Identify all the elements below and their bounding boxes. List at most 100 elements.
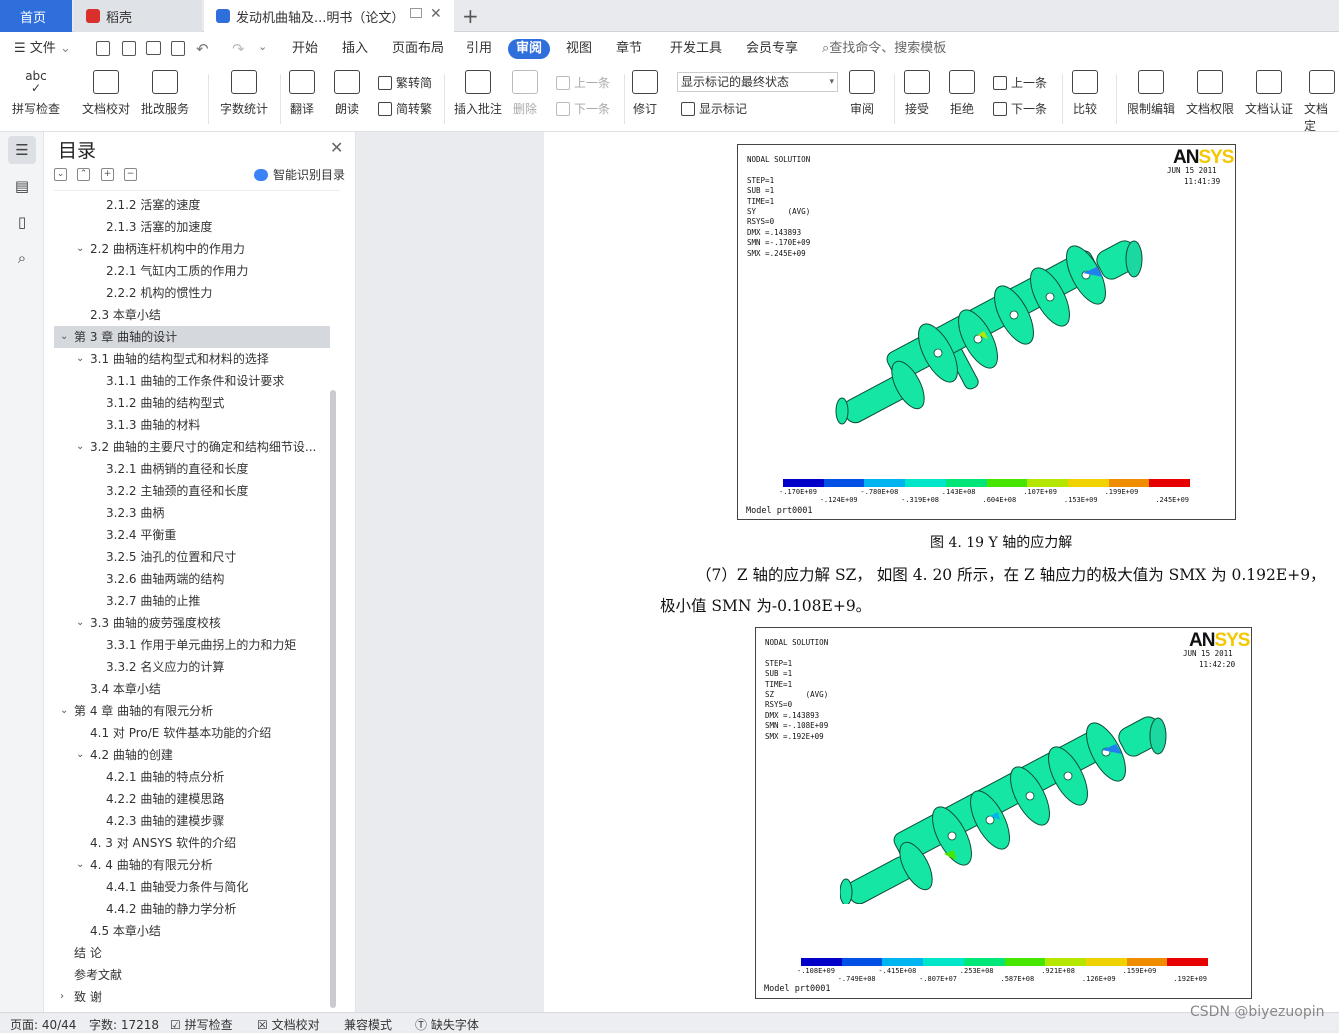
new-tab-button[interactable]: +	[462, 4, 479, 28]
accept-button[interactable]: 接受	[904, 70, 930, 117]
toc-panel-icon[interactable]: ☰	[8, 136, 36, 164]
markup-mode-select[interactable]: 显示标记的最终状态 ▾	[677, 72, 838, 92]
toc-item[interactable]: 4.2.1 曲轴的特点分析	[106, 766, 324, 788]
chevron-down-icon[interactable]: ⌄	[60, 705, 68, 716]
chevron-down-icon[interactable]: ⌄	[76, 749, 84, 760]
toc-item[interactable]: 3.2.5 油孔的位置和尺寸	[106, 546, 324, 568]
undo-icon[interactable]: ↶	[196, 40, 209, 58]
chevron-down-icon[interactable]: ⌄	[76, 617, 84, 628]
window-icon[interactable]	[410, 8, 422, 18]
tab-home[interactable]: 首页	[0, 0, 72, 32]
toc-item[interactable]: 第 3 章 曲轴的设计	[74, 326, 324, 348]
trad-to-simp-button[interactable]: 繁转简	[378, 74, 432, 91]
word-count[interactable]: 字数: 17218	[89, 1016, 159, 1033]
toc-item[interactable]: 2.1.2 活塞的速度	[106, 194, 324, 216]
toc-item[interactable]: 3.2.1 曲柄销的直径和长度	[106, 458, 324, 480]
menu-developer[interactable]: 开发工具	[670, 39, 722, 59]
toc-item[interactable]: 4.1 对 Pro/E 软件基本功能的介绍	[90, 722, 324, 744]
expand-up-icon[interactable]: ⌃	[77, 168, 90, 181]
redo-icon[interactable]: ↷	[232, 40, 245, 58]
menu-chapter[interactable]: 章节	[616, 39, 642, 59]
toc-item[interactable]: 3.4 本章小结	[90, 678, 324, 700]
close-icon[interactable]: ✕	[330, 138, 343, 157]
status-doc-proof[interactable]: ☒ 文档校对	[257, 1016, 320, 1033]
tab-daoke[interactable]: 稻壳	[74, 0, 202, 32]
toc-item[interactable]: 2.1.3 活塞的加速度	[106, 216, 324, 238]
doc-more-button[interactable]: 文档定	[1304, 70, 1339, 134]
compare-button[interactable]: 比较	[1072, 70, 1098, 117]
save-icon[interactable]	[96, 41, 110, 56]
toc-item[interactable]: 4.2.3 曲轴的建模步骤	[106, 810, 324, 832]
revise-button[interactable]: 修订	[632, 70, 658, 117]
chevron-down-icon[interactable]: ⌄	[60, 331, 68, 342]
review-pane-button[interactable]: 审阅	[849, 70, 875, 117]
batch-service-button[interactable]: 批改服务	[141, 70, 189, 117]
word-count-button[interactable]: 字数统计	[220, 70, 268, 117]
toc-item[interactable]: 4.4.2 曲轴的静力学分析	[106, 898, 324, 920]
bookmark-icon[interactable]: ▯	[8, 208, 36, 236]
toc-item[interactable]: 致 谢	[74, 986, 324, 1008]
chevron-right-icon[interactable]: ›	[60, 991, 64, 1002]
file-menu[interactable]: ☰ 文件 ⌄	[14, 39, 71, 59]
chevron-down-icon[interactable]: ⌄	[76, 353, 84, 364]
export-pdf-icon[interactable]	[122, 41, 136, 56]
chevron-down-icon[interactable]: ⌄	[76, 859, 84, 870]
toc-item[interactable]: 3.1.1 曲轴的工作条件和设计要求	[106, 370, 324, 392]
prev-comment-button[interactable]: 上一条	[556, 74, 610, 91]
toc-item[interactable]: 参考文献	[74, 964, 324, 986]
toc-item[interactable]: 4.5 本章小结	[90, 920, 324, 942]
next-change-button[interactable]: 下一条	[993, 100, 1047, 117]
reject-button[interactable]: 拒绝	[949, 70, 975, 117]
spell-check-button[interactable]: abc ✓ 拼写检查	[12, 70, 60, 117]
toc-item[interactable]: 2.2 曲柄连杆机构中的作用力	[90, 238, 324, 260]
simp-to-trad-button[interactable]: 简转繁	[378, 100, 432, 117]
menu-references[interactable]: 引用	[466, 39, 492, 59]
toc-item[interactable]: 3.1 曲轴的结构型式和材料的选择	[90, 348, 324, 370]
toc-item[interactable]: 3.3 曲轴的疲劳强度校核	[90, 612, 324, 634]
toc-item[interactable]: 4.2 曲轴的创建	[90, 744, 324, 766]
toc-item[interactable]: 3.2.4 平衡重	[106, 524, 324, 546]
command-search[interactable]: ⌕查找命令、搜索模板	[822, 39, 946, 59]
toc-item[interactable]: 3.3.1 作用于单元曲拐上的力和力矩	[106, 634, 324, 656]
expand-all-icon[interactable]: +	[101, 168, 114, 181]
print-preview-icon[interactable]	[171, 41, 185, 56]
menu-page-layout[interactable]: 页面布局	[392, 39, 444, 59]
toc-item[interactable]: 3.3.2 名义应力的计算	[106, 656, 324, 678]
chevron-down-icon[interactable]: ⌄	[76, 243, 84, 254]
toc-item[interactable]: 第 4 章 曲轴的有限元分析	[74, 700, 324, 722]
toc-item[interactable]: 2.3 本章小结	[90, 304, 324, 326]
find-icon[interactable]: ⌕	[8, 244, 36, 272]
menu-view[interactable]: 视图	[566, 39, 592, 59]
toc-item[interactable]: 3.1.2 曲轴的结构型式	[106, 392, 324, 414]
next-comment-button[interactable]: 下一条	[556, 100, 610, 117]
toc-item[interactable]: 2.2.2 机构的惯性力	[106, 282, 324, 304]
page-count[interactable]: 页面: 40/44	[10, 1016, 76, 1033]
doc-cert-button[interactable]: 文档认证	[1245, 70, 1293, 117]
toc-item[interactable]: 4.4.1 曲轴受力条件与简化	[106, 876, 324, 898]
toc-item[interactable]: 4. 3 对 ANSYS 软件的介绍	[90, 832, 324, 854]
chevron-down-icon[interactable]: ⌄	[76, 441, 84, 452]
restrict-edit-button[interactable]: 限制编辑	[1127, 70, 1175, 117]
status-spell-check[interactable]: ☑ 拼写检查	[170, 1016, 233, 1033]
print-icon[interactable]	[146, 41, 161, 55]
toc-item[interactable]: 4. 4 曲轴的有限元分析	[90, 854, 324, 876]
read-aloud-button[interactable]: 朗读	[334, 70, 360, 117]
toc-item[interactable]: 2.2.1 气缸内工质的作用力	[106, 260, 324, 282]
menu-member[interactable]: 会员专享	[746, 39, 798, 59]
collapse-all-icon[interactable]: ⌄	[54, 168, 67, 181]
toc-item[interactable]: 3.2.2 主轴颈的直径和长度	[106, 480, 324, 502]
close-tab-icon[interactable]: ✕	[430, 6, 442, 22]
prev-change-button[interactable]: 上一条	[993, 74, 1047, 91]
toc-item[interactable]: 结 论	[74, 942, 324, 964]
smart-toc-button[interactable]: 智能识别目录	[254, 166, 345, 183]
doc-permission-button[interactable]: 文档权限	[1186, 70, 1234, 117]
toc-item[interactable]: 3.2 曲轴的主要尺寸的确定和结构细节设...	[90, 436, 324, 458]
chapter-nav-icon[interactable]: ▤	[8, 172, 36, 200]
doc-proof-button[interactable]: 文档校对	[82, 70, 130, 117]
tab-document[interactable]: 发动机曲轴及...明书（论文） ✕	[204, 0, 454, 32]
toc-item[interactable]: 4.2.2 曲轴的建模思路	[106, 788, 324, 810]
menu-start[interactable]: 开始	[292, 39, 318, 59]
toc-item[interactable]: 3.2.3 曲柄	[106, 502, 324, 524]
toc-item[interactable]: 3.2.7 曲轴的止推	[106, 590, 324, 612]
toc-scrollbar[interactable]	[330, 390, 336, 1008]
